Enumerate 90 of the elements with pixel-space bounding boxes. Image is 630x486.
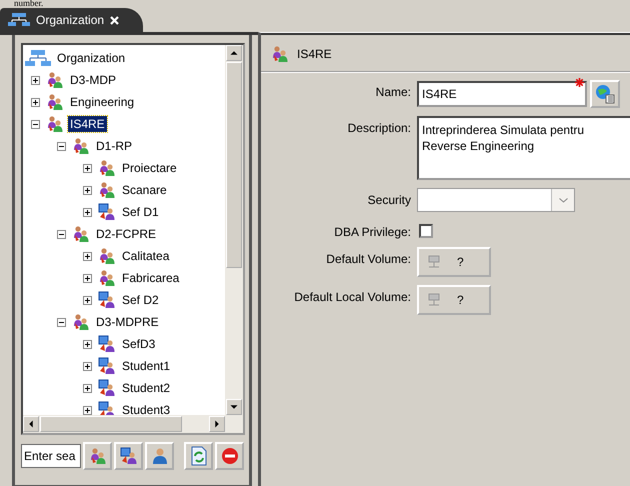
- expand-icon[interactable]: [83, 384, 92, 392]
- tree-item[interactable]: Proiectare: [120, 160, 179, 176]
- horizontal-scrollbar[interactable]: [23, 415, 243, 433]
- computer-user-icon: [98, 335, 116, 353]
- search-field[interactable]: Enter sea: [21, 444, 81, 468]
- computer-user-icon: [98, 401, 116, 415]
- close-icon[interactable]: [110, 16, 120, 24]
- checkbox[interactable]: [419, 224, 433, 238]
- group-icon: [72, 313, 90, 331]
- expand-icon[interactable]: [83, 340, 92, 348]
- tree-item[interactable]: Fabricarea: [120, 270, 182, 286]
- tree-item[interactable]: D3-MDP: [68, 72, 118, 88]
- expand-icon[interactable]: [83, 406, 92, 414]
- tree-item[interactable]: D2-FCPRE: [94, 226, 158, 242]
- group-icon: [98, 159, 116, 177]
- group-icon: [46, 93, 64, 111]
- field-label: Description:: [346, 120, 411, 135]
- group-icon: [271, 45, 289, 63]
- expand-icon[interactable]: [31, 76, 40, 84]
- group-icon: [72, 225, 90, 243]
- add-user-button[interactable]: [114, 442, 143, 470]
- stop-button[interactable]: [215, 442, 244, 470]
- field-label: Default Local Volume:: [293, 289, 411, 304]
- tree-item[interactable]: Sef D1: [120, 204, 161, 220]
- group-icon: [98, 247, 116, 265]
- expand-icon[interactable]: [83, 362, 92, 370]
- tree-item[interactable]: Student1: [120, 358, 172, 374]
- globe-icon: [595, 84, 615, 104]
- person-icon: [150, 447, 168, 465]
- stop-icon: [220, 447, 238, 465]
- computer-user-icon: [98, 357, 116, 375]
- group-icon: [46, 71, 64, 89]
- scroll-thumb[interactable]: [40, 416, 182, 432]
- field-label: DBA Privilege:: [333, 224, 411, 239]
- collapse-icon[interactable]: [57, 318, 66, 326]
- group-icon: [98, 181, 116, 199]
- scroll-thumb[interactable]: [226, 62, 242, 268]
- organization-tab[interactable]: Organization: [0, 8, 144, 32]
- scroll-right-icon[interactable]: [209, 416, 225, 432]
- caption-text: number.: [13, 0, 44, 6]
- field-label: Default Volume:: [325, 251, 411, 266]
- expand-icon[interactable]: [83, 164, 92, 172]
- tree-item[interactable]: D1-RP: [94, 138, 134, 154]
- computer-user-icon: [98, 203, 116, 221]
- group-icon: [88, 447, 106, 465]
- description-field[interactable]: Intreprinderea Simulata pentru Reverse Engineering: [417, 116, 630, 180]
- expand-icon[interactable]: [31, 98, 40, 106]
- expand-icon[interactable]: [83, 252, 92, 260]
- tree-item[interactable]: Engineering: [68, 94, 136, 110]
- group-icon: [46, 115, 64, 133]
- tree-item[interactable]: SefD3: [120, 336, 158, 352]
- tree-item[interactable]: D3-MDPRE: [94, 314, 161, 330]
- tree-item[interactable]: Calitatea: [120, 248, 172, 264]
- person-button[interactable]: [145, 442, 174, 470]
- volume-button[interactable]: ?: [417, 285, 491, 315]
- vertical-scrollbar[interactable]: [225, 45, 243, 415]
- tree-item[interactable]: Student2: [120, 380, 172, 396]
- tree-item[interactable]: Sef D2: [120, 292, 161, 308]
- scroll-up-icon[interactable]: [226, 45, 242, 61]
- add-group-button[interactable]: [83, 442, 112, 470]
- collapse-icon[interactable]: [57, 142, 66, 150]
- group-icon: [72, 137, 90, 155]
- computer-user-icon: [120, 447, 138, 465]
- expand-icon[interactable]: [83, 296, 92, 304]
- expand-icon[interactable]: [83, 186, 92, 194]
- field-label: Name:: [374, 84, 411, 99]
- expand-icon[interactable]: [83, 274, 92, 282]
- field-label: Security: [366, 192, 411, 207]
- collapse-icon[interactable]: [31, 120, 40, 128]
- volume-button[interactable]: ?: [417, 247, 491, 277]
- tree-icon: [8, 13, 30, 27]
- expand-icon[interactable]: [83, 208, 92, 216]
- collapse-icon[interactable]: [57, 230, 66, 238]
- tree-item[interactable]: IS4RE: [68, 116, 107, 132]
- refresh-icon: [190, 446, 208, 466]
- computer-user-icon: [98, 291, 116, 309]
- tree-item[interactable]: Organization: [55, 50, 128, 66]
- scroll-down-icon[interactable]: [226, 399, 242, 415]
- dropdown-caret-icon: [558, 198, 568, 202]
- organization-chart-icon: [25, 49, 51, 67]
- scroll-left-icon[interactable]: [23, 416, 39, 432]
- globe-button[interactable]: [590, 80, 620, 108]
- name-field[interactable]: IS4RE: [417, 81, 587, 107]
- tree-item[interactable]: Student3: [120, 402, 172, 415]
- security-dropdown[interactable]: [417, 188, 575, 212]
- computer-user-icon: [98, 379, 116, 397]
- tree-item[interactable]: Scanare: [120, 182, 169, 198]
- refresh-button[interactable]: [184, 442, 213, 470]
- detail-title: IS4RE: [297, 47, 332, 61]
- group-icon: [98, 269, 116, 287]
